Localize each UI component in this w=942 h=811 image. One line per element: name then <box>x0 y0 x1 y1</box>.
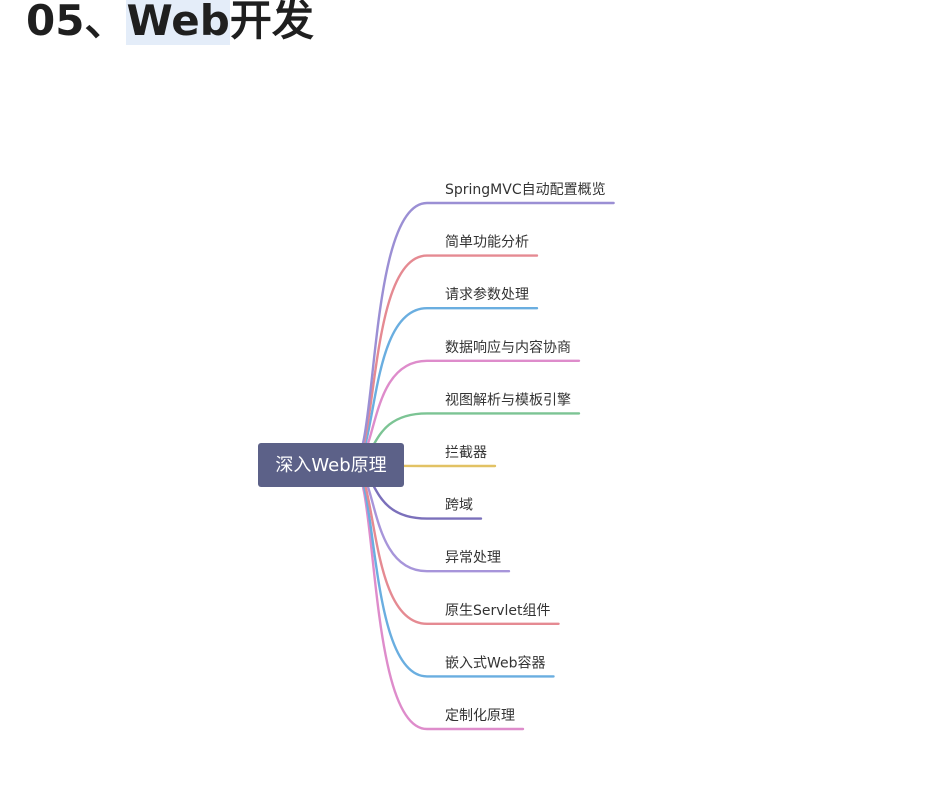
branch-label[interactable]: 拦截器 <box>445 445 487 461</box>
branch-label[interactable]: 请求参数处理 <box>445 286 529 303</box>
branch-label[interactable]: 视图解析与模板引擎 <box>445 392 571 408</box>
branch-connector <box>350 307 539 467</box>
branch-label[interactable]: 异常处理 <box>445 550 501 566</box>
root-node-label: 深入Web原理 <box>275 455 386 476</box>
branch-connector <box>350 463 525 731</box>
branch-label[interactable]: 嵌入式Web容器 <box>445 654 546 671</box>
branch-label[interactable]: 原生Servlet组件 <box>445 603 551 619</box>
branch-label[interactable]: 跨域 <box>445 498 473 514</box>
branch-label[interactable]: SpringMVC自动配置概览 <box>445 182 606 198</box>
branch-label[interactable]: 简单功能分析 <box>445 234 529 251</box>
mindmap-root[interactable]: 深入Web原理 <box>258 443 404 487</box>
mindmap: SpringMVC自动配置概览简单功能分析请求参数处理数据响应与内容协商视图解析… <box>258 182 615 731</box>
branch-label[interactable]: 定制化原理 <box>445 708 515 724</box>
branch-label[interactable]: 数据响应与内容协商 <box>445 339 571 356</box>
